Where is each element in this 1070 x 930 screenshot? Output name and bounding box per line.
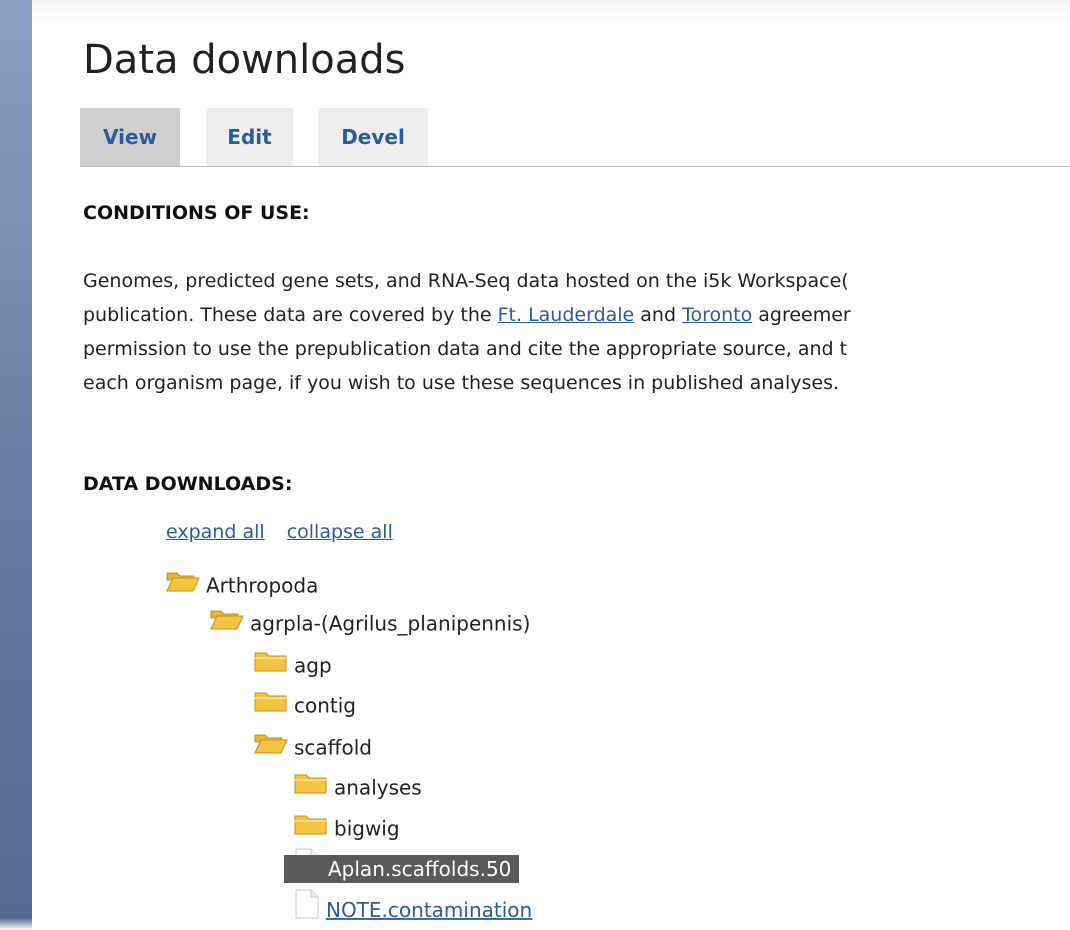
tree-node[interactable]: Aplan.scaffolds.50 bbox=[284, 848, 520, 886]
tab-edit[interactable]: Edit bbox=[206, 108, 293, 166]
tree-node-label: Arthropoda bbox=[206, 573, 319, 598]
tree-node-label: agrpla-(Agrilus_planipennis) bbox=[250, 611, 531, 636]
folder-open-icon bbox=[210, 605, 244, 643]
conditions-line-4: each organism page, if you wish to use t… bbox=[83, 372, 840, 394]
page-title: Data downloads bbox=[83, 37, 406, 83]
tree-node-label: contig bbox=[294, 693, 357, 718]
tree-node-label: bigwig bbox=[334, 816, 400, 841]
tree-node[interactable]: analyses bbox=[294, 767, 422, 805]
tree-node-label: analyses bbox=[334, 775, 422, 800]
bottom-fade bbox=[0, 918, 1070, 930]
folder-closed-icon bbox=[294, 769, 328, 807]
conditions-heading: CONDITIONS OF USE: bbox=[83, 202, 310, 224]
conditions-line-2: publication. These data are covered by t… bbox=[83, 298, 1070, 332]
tree-node[interactable]: bigwig bbox=[294, 808, 400, 846]
folder-open-icon bbox=[254, 729, 288, 767]
collapse-all-link[interactable]: collapse all bbox=[287, 521, 393, 543]
conditions-line-3: permission to use the prepublication dat… bbox=[83, 338, 848, 360]
tree-node[interactable]: agp bbox=[254, 645, 332, 683]
folder-closed-icon bbox=[294, 810, 328, 848]
tree-controls: expand all collapse all bbox=[166, 521, 393, 543]
ft-lauderdale-link[interactable]: Ft. Lauderdale bbox=[498, 304, 635, 326]
tree-node-label: scaffold bbox=[294, 735, 372, 760]
tree-node-label: agp bbox=[294, 653, 332, 678]
expand-all-link[interactable]: expand all bbox=[166, 521, 265, 543]
left-sidebar-strip bbox=[0, 0, 32, 930]
tab-view[interactable]: View bbox=[80, 108, 180, 166]
conditions-line-1: Genomes, predicted gene sets, and RNA-Se… bbox=[83, 270, 849, 292]
folder-open-icon bbox=[166, 567, 200, 605]
toronto-link[interactable]: Toronto bbox=[682, 304, 752, 326]
conditions-text: and bbox=[634, 304, 683, 326]
conditions-text: agreemer bbox=[752, 304, 851, 326]
tab-devel[interactable]: Devel bbox=[318, 108, 428, 166]
folder-closed-icon bbox=[254, 647, 288, 685]
tree-node[interactable]: Arthropoda bbox=[166, 565, 318, 603]
conditions-text: publication. These data are covered by t… bbox=[83, 304, 498, 326]
tree-node[interactable]: scaffold bbox=[254, 727, 372, 765]
top-toolbar-strip bbox=[32, 0, 1070, 22]
folder-closed-icon bbox=[254, 687, 288, 725]
downloads-heading: DATA DOWNLOADS: bbox=[83, 473, 293, 495]
conditions-paragraph: Genomes, predicted gene sets, and RNA-Se… bbox=[83, 264, 1070, 400]
tree-node[interactable]: agrpla-(Agrilus_planipennis) bbox=[210, 603, 530, 641]
tree-node[interactable]: contig bbox=[254, 685, 356, 723]
tree-node-label: Aplan.scaffolds.50 bbox=[284, 855, 520, 883]
tab-bar: View Edit Devel bbox=[80, 108, 1070, 167]
